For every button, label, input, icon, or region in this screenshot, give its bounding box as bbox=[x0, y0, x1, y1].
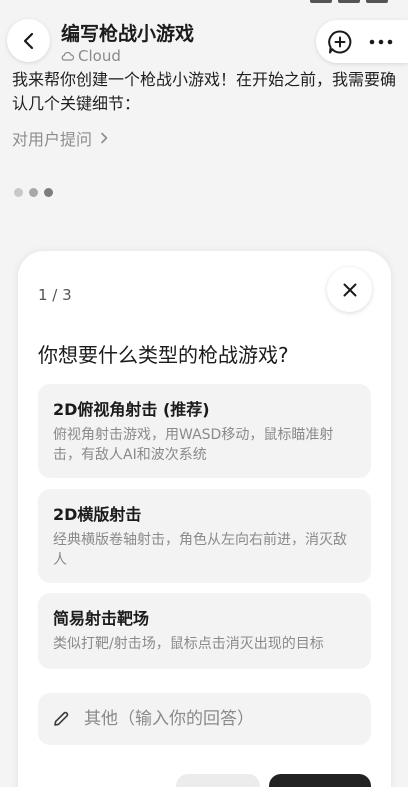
option-top-down-shooter[interactable]: 2D俯视角射击 (推荐) 俯视角射击游戏，用WASD移动，鼠标瞄准射击，有敌人A… bbox=[38, 384, 371, 478]
status-bar-icons bbox=[310, 0, 388, 4]
option-description: 俯视角射击游戏，用WASD移动，鼠标瞄准射击，有敌人AI和波次系统 bbox=[53, 427, 334, 463]
ask-user-link[interactable]: 对用户提问 bbox=[12, 126, 108, 150]
assistant-message: 我来帮你创建一个枪战小游戏！在开始之前，我需要确认几个关键细节： bbox=[12, 70, 397, 113]
question-counter: 1 / 3 bbox=[38, 286, 72, 304]
option-title: 2D俯视角射击 (推荐) bbox=[53, 400, 210, 419]
conversation-title: 编写枪战小游戏 bbox=[61, 23, 195, 45]
chevron-right-icon bbox=[101, 132, 108, 144]
option-shooting-range[interactable]: 简易射击靶场 类似打靶/射击场，鼠标点击消灭出现的目标 bbox=[38, 593, 371, 669]
option-description: 类似打靶/射击场，鼠标点击消灭出现的目标 bbox=[53, 636, 324, 652]
option-description: 经典横版卷轴射击，角色从左向右前进，消灭敌人 bbox=[53, 532, 347, 568]
pencil-icon bbox=[54, 711, 69, 726]
chat-plus-icon[interactable] bbox=[327, 29, 353, 55]
header-actions bbox=[316, 20, 408, 63]
back-button[interactable] bbox=[7, 19, 50, 62]
chevron-left-icon bbox=[23, 32, 33, 49]
question-card: 1 / 3 你想要什么类型的枪战游戏? 2D俯视角射击 (推荐) 俯视角射击游戏… bbox=[18, 251, 391, 787]
other-answer-field[interactable] bbox=[38, 693, 371, 745]
chat-screen: 编写枪战小游戏 Cloud 我来帮你创建一个枪战小游戏！在开始之前，我需要确认几… bbox=[0, 0, 408, 787]
option-side-scroller[interactable]: 2D横版射击 经典横版卷轴射击，角色从左向右前进，消灭敌人 bbox=[38, 489, 371, 583]
option-title: 2D横版射击 bbox=[53, 505, 142, 524]
cloud-icon bbox=[61, 51, 74, 61]
more-horizontal-icon[interactable] bbox=[369, 39, 393, 45]
close-icon bbox=[343, 283, 356, 296]
next-button[interactable] bbox=[269, 774, 371, 787]
model-label: Cloud bbox=[61, 47, 121, 65]
other-answer-input[interactable] bbox=[84, 709, 344, 729]
ask-user-label: 对用户提问 bbox=[12, 130, 93, 149]
question-text: 你想要什么类型的枪战游戏? bbox=[38, 343, 289, 367]
typing-indicator bbox=[14, 188, 53, 197]
close-button[interactable] bbox=[327, 267, 372, 312]
model-name: Cloud bbox=[78, 47, 121, 65]
option-title: 简易射击靶场 bbox=[53, 609, 150, 628]
skip-button[interactable] bbox=[176, 774, 260, 787]
